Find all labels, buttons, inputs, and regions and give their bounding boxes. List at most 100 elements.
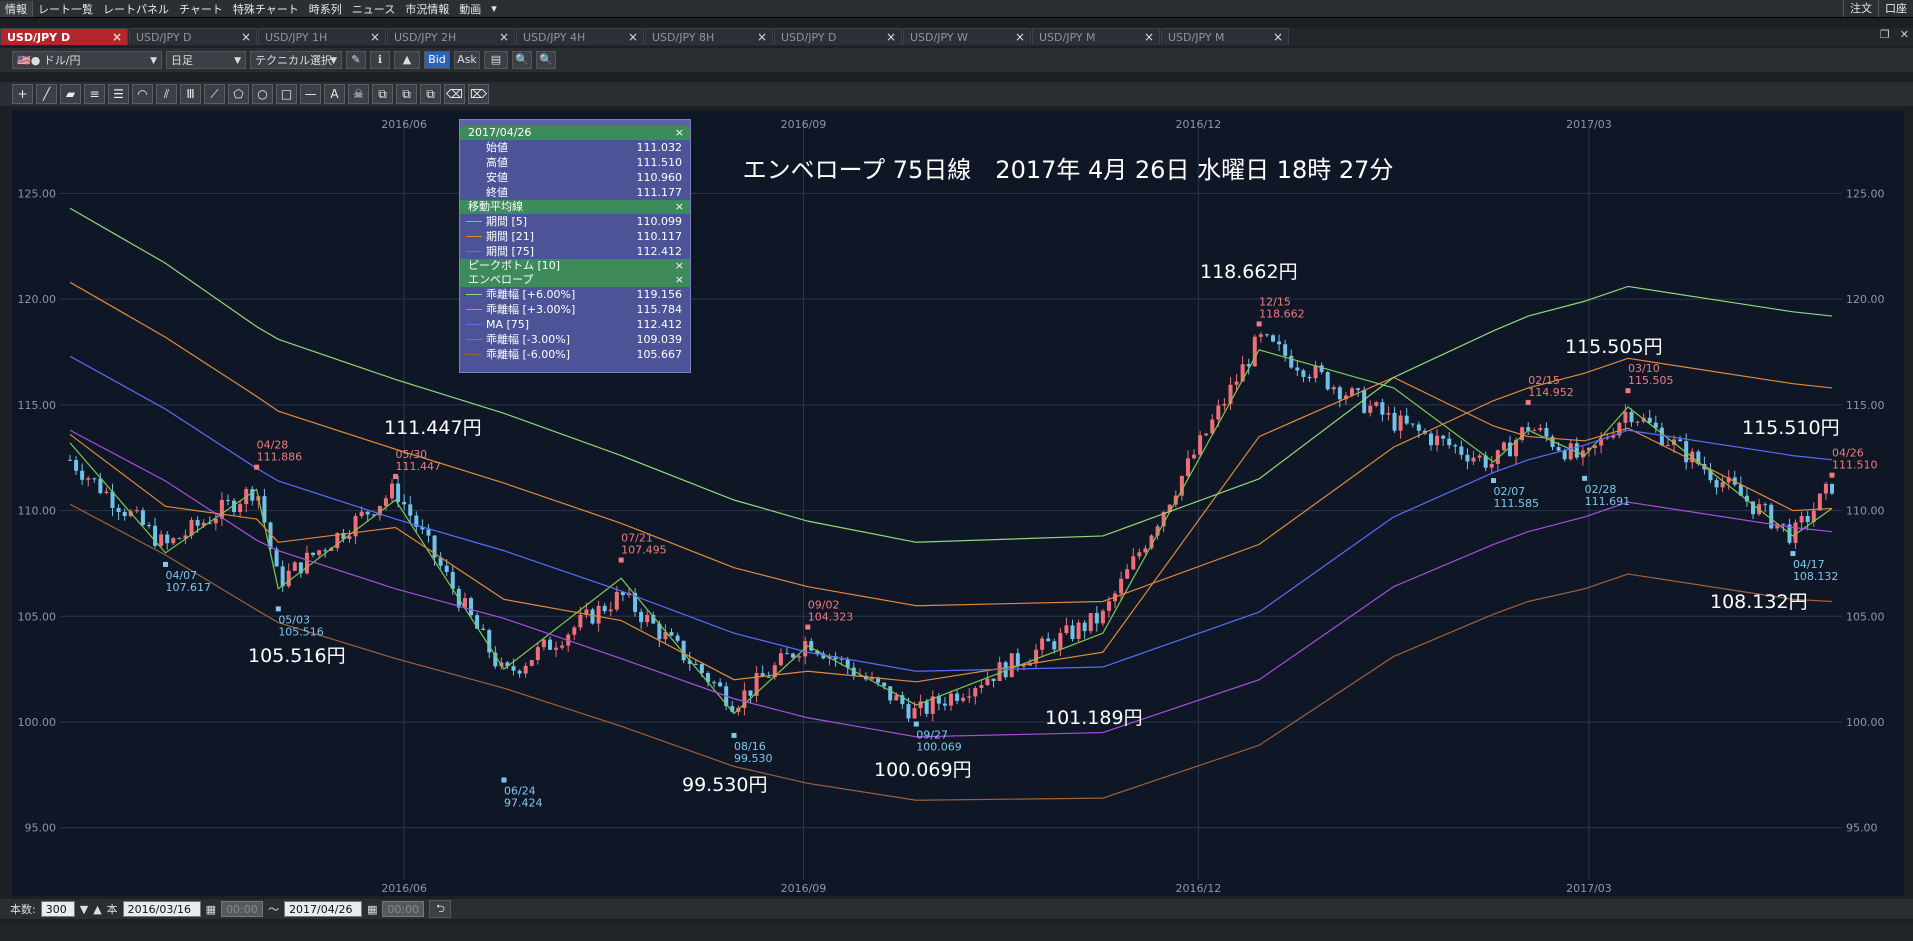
tab-usdjpy-d-3[interactable]: USD/JPY D × [774, 28, 902, 45]
eraser-all-icon[interactable]: ⌦ [468, 84, 489, 104]
close-icon[interactable]: × [112, 29, 122, 46]
close-icon[interactable]: × [628, 29, 638, 46]
to-time-input[interactable]: 00:00 [382, 901, 425, 917]
close-icon[interactable]: × [675, 200, 684, 214]
candle-body [280, 566, 285, 587]
vertical-lines-icon[interactable]: Ⅲ [180, 84, 201, 104]
from-time-input[interactable]: 00:00 [221, 901, 264, 917]
ma-label: 期間 [75] [486, 245, 535, 258]
crosshair-icon[interactable]: + [12, 84, 33, 104]
candle-body [511, 666, 516, 671]
circle-icon[interactable]: ○ [252, 84, 273, 104]
rectangle-icon[interactable]: □ [276, 84, 297, 104]
close-icon[interactable]: × [1273, 29, 1283, 46]
calendar-icon[interactable]: ▦ [206, 903, 216, 916]
candle-body [1410, 423, 1415, 425]
tab-usdjpy-2h[interactable]: USD/JPY 2H × [387, 28, 515, 45]
fan-icon[interactable]: ◠ [132, 84, 153, 104]
bid-button[interactable]: Bid [424, 51, 450, 69]
candle-body [74, 460, 79, 471]
period-select[interactable]: 日足 ▼ [166, 51, 246, 69]
chart-canvas[interactable]: 125.00 125.00 120.00 120.00 115.00 115.00 110.… [12, 110, 1904, 896]
tab-usdjpy-4h[interactable]: USD/JPY 4H × [516, 28, 644, 45]
menu-item-rate-list[interactable]: レート一覧 [33, 1, 98, 17]
technical-select[interactable]: テクニカル選択 ▼ [250, 51, 342, 69]
close-icon[interactable]: × [757, 29, 767, 46]
candle-body [1277, 341, 1282, 345]
tab-usdjpy-1h[interactable]: USD/JPY 1H × [258, 28, 386, 45]
ask-button[interactable]: Ask [454, 51, 480, 69]
menu-item-rate-panel[interactable]: レートパネル [98, 1, 174, 17]
menu-item-special-chart[interactable]: 特殊チャート [228, 1, 304, 17]
to-date-input[interactable]: 2017/04/26 [284, 901, 363, 917]
text-icon[interactable]: A [324, 84, 345, 104]
env-label: 乖離幅 [+3.00%] [486, 303, 576, 316]
horizontal-lines-icon[interactable]: ≡ [84, 84, 105, 104]
menu-item-news[interactable]: ニュース [347, 1, 400, 17]
pen-icon[interactable]: ✎ [346, 51, 366, 69]
candle-body [1489, 463, 1494, 468]
close-icon[interactable]: × [1015, 29, 1025, 46]
menu-item-time-series[interactable]: 時系列 [304, 1, 347, 17]
price-chart[interactable]: 125.00 125.00 120.00 120.00 115.00 115.00 110.… [12, 110, 1904, 896]
candle-body [1313, 365, 1318, 379]
price-annotation: 111.447円 [384, 417, 482, 439]
zoom-out-icon[interactable]: 🔍 [512, 51, 532, 69]
chart-settings-icon[interactable]: ▤ [484, 51, 508, 69]
tab-usdjpy-m-2[interactable]: USD/JPY M × [1161, 28, 1289, 45]
candle-body [159, 534, 164, 546]
close-icon[interactable]: × [370, 29, 380, 46]
close-icon[interactable]: × [675, 259, 684, 273]
eraser-icon[interactable]: ⌫ [444, 84, 465, 104]
mountain-chart-icon[interactable]: ▲ [394, 51, 420, 69]
menu-item-video[interactable]: 動画 [454, 1, 486, 17]
close-icon[interactable]: × [886, 29, 896, 46]
count-down-icon[interactable]: ▼ [80, 903, 88, 916]
close-icon[interactable]: × [1144, 29, 1154, 46]
hline-icon[interactable]: — [300, 84, 321, 104]
zoom-in-icon[interactable]: 🔍 [536, 51, 556, 69]
ohlc-high: 高値 111.510 [460, 155, 690, 170]
bottom-marker [162, 561, 168, 567]
candle-body [1216, 405, 1221, 420]
close-icon[interactable]: × [675, 273, 684, 287]
account-button[interactable]: 口座 [1878, 0, 1913, 17]
candle-body [1805, 516, 1810, 523]
y-tick-label-left: 125.00 [18, 187, 57, 200]
close-window-icon[interactable]: ✕ [1900, 28, 1909, 41]
info-icon[interactable]: ℹ [370, 51, 390, 69]
copy3-icon[interactable]: ⧉ [420, 84, 441, 104]
tab-usdjpy-m[interactable]: USD/JPY M × [1032, 28, 1160, 45]
refresh-icon[interactable]: ⮌ [429, 900, 452, 918]
menu-more-icon[interactable]: ▾ [486, 2, 502, 15]
calendar-icon[interactable]: ▦ [367, 903, 377, 916]
menu-item-chart[interactable]: チャート [174, 1, 228, 17]
tab-usdjpy-d[interactable]: USD/JPY D × [0, 28, 128, 45]
indicator-legend[interactable]: 2017/04/26 × 始値 111.032 高値 111.510 安値 110.96… [459, 119, 691, 373]
candle-body [1015, 653, 1020, 667]
copy2-icon[interactable]: ⧉ [396, 84, 417, 104]
count-up-icon[interactable]: ▲ [93, 903, 101, 916]
menu-item-info[interactable]: 情報 [0, 0, 33, 17]
close-icon[interactable]: × [499, 29, 509, 46]
pentagon-icon[interactable]: ⬠ [228, 84, 249, 104]
close-icon[interactable]: × [675, 126, 684, 140]
count-input[interactable]: 300 [40, 901, 75, 917]
close-icon[interactable]: × [241, 29, 251, 46]
peak-marker [1525, 399, 1531, 405]
tab-usdjpy-w[interactable]: USD/JPY W × [903, 28, 1031, 45]
skull-icon[interactable]: ☠ [348, 84, 369, 104]
trendline-icon[interactable]: ╱ [36, 84, 57, 104]
order-button[interactable]: 注文 [1843, 0, 1878, 17]
restore-icon[interactable]: ❐ [1880, 28, 1890, 41]
copy-icon[interactable]: ⧉ [372, 84, 393, 104]
pitchfork-icon[interactable]: ⟋ [204, 84, 225, 104]
gann-fan-icon[interactable]: ⫽ [156, 84, 177, 104]
tab-usdjpy-d-2[interactable]: USD/JPY D × [129, 28, 257, 45]
from-date-input[interactable]: 2016/03/16 [122, 901, 201, 917]
ruler-icon[interactable]: ▰ [60, 84, 81, 104]
menu-item-market-info[interactable]: 市況情報 [400, 1, 454, 17]
tab-usdjpy-8h[interactable]: USD/JPY 8H × [645, 28, 773, 45]
currency-pair-select[interactable]: 🇺🇸● ドル/円 ▼ [12, 51, 162, 69]
fibonacci-icon[interactable]: ☰ [108, 84, 129, 104]
